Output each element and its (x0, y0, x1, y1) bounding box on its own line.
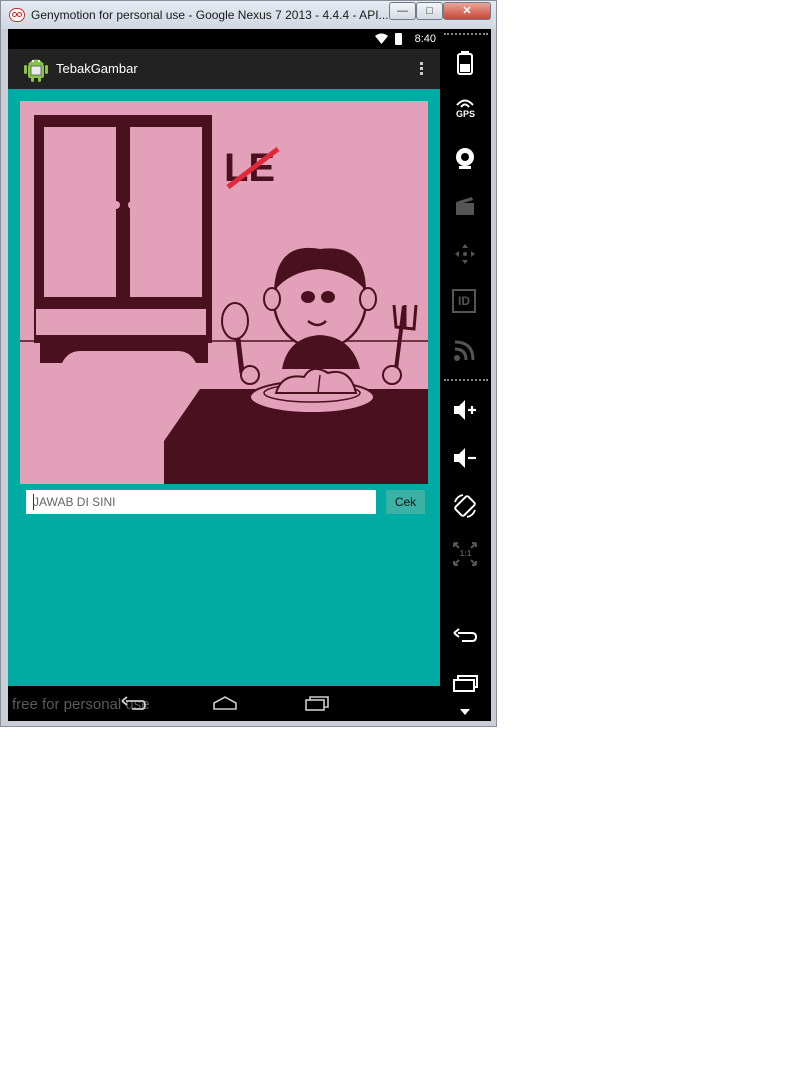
webcam-icon[interactable] (452, 145, 478, 171)
status-bar: 8:40 (8, 29, 440, 49)
gps-label: GPS (455, 109, 475, 119)
battery-icon (395, 33, 402, 45)
sidebar-divider (444, 33, 488, 35)
home-icon[interactable] (212, 695, 238, 711)
app-title: TebakGambar (56, 61, 138, 76)
wifi-icon (375, 33, 388, 44)
back-button-icon[interactable] (452, 623, 478, 649)
genymotion-window: Genymotion for personal use - Google Nex… (0, 0, 497, 727)
puzzle-illustration: LE (20, 115, 428, 484)
scroll-down-icon[interactable] (452, 707, 478, 717)
window-title: Genymotion for personal use - Google Nex… (31, 8, 389, 22)
action-bar: TebakGambar (8, 49, 440, 89)
navigation-bar: free for personal use (8, 686, 440, 721)
pixel-perfect-label: 1:1 (459, 549, 472, 558)
window-titlebar[interactable]: Genymotion for personal use - Google Nex… (1, 1, 496, 29)
app-content: LE (8, 89, 440, 686)
genymotion-sidebar: GPS ID 1:1 (440, 29, 491, 721)
maximize-button[interactable]: □ (416, 2, 443, 20)
android-logo-icon (24, 59, 48, 82)
status-time: 8:40 (414, 33, 436, 45)
rotate-screen-icon[interactable] (452, 493, 478, 519)
network-icon[interactable] (452, 337, 478, 363)
text-cursor (33, 494, 34, 510)
overflow-menu-icon[interactable] (420, 62, 424, 78)
recent-apps-icon[interactable] (304, 695, 330, 711)
device-id-icon[interactable]: ID (452, 289, 476, 313)
recent-apps-button-icon[interactable] (452, 671, 478, 697)
close-button[interactable]: ✕ (443, 2, 491, 20)
remote-control-icon[interactable] (452, 241, 478, 267)
back-icon[interactable] (120, 695, 146, 711)
check-answer-button[interactable]: Cek (386, 490, 425, 514)
genymotion-logo-icon (9, 8, 25, 22)
sidebar-divider (444, 379, 488, 381)
volume-down-icon[interactable] (452, 445, 478, 471)
battery-widget-icon[interactable] (452, 49, 478, 75)
screencast-icon[interactable] (452, 193, 478, 219)
answer-input[interactable] (26, 490, 376, 514)
puzzle-picture: LE (20, 101, 428, 484)
minimize-button[interactable]: — (389, 2, 416, 20)
volume-up-icon[interactable] (452, 397, 478, 423)
device-frame: 8:40 TebakGambar JAWAB DI SINI Cek free … (8, 29, 491, 721)
